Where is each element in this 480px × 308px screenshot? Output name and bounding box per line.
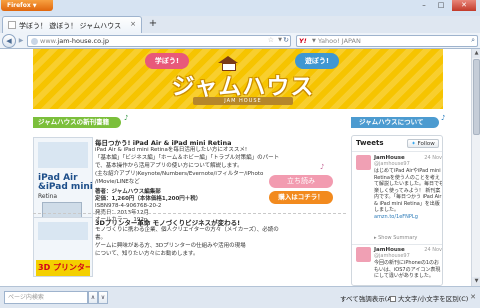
search-bar[interactable]: Y! ▼ Yahoo! JAPAN ⌕: [296, 35, 478, 47]
tweet-handle[interactable]: @jamhouse97: [374, 253, 410, 259]
article-body-line: (主な紹介アプリ)Keynote/Numbers/Evernote/iフィルター…: [95, 171, 264, 177]
section-about[interactable]: ジャムハウスについて: [351, 117, 439, 128]
tab-title: 学ぼう！ 遊ぼう！ ジャムハウス: [19, 22, 122, 30]
show-summary-link[interactable]: ▸ Show Summary: [374, 235, 417, 241]
match-case-checkbox[interactable]: [390, 296, 396, 302]
cover-title: 3D プリンター: [36, 260, 90, 276]
new-tab-button[interactable]: +: [146, 18, 160, 30]
music-note-icon: ♪: [441, 114, 446, 122]
scroll-down-arrow-icon[interactable]: ▼: [472, 277, 480, 286]
close-find-bar-icon[interactable]: ✕: [470, 293, 476, 301]
buy-button[interactable]: 購入はコチラ！: [269, 191, 333, 204]
article-divider: [33, 213, 346, 214]
reload-icon[interactable]: ↻: [283, 36, 289, 44]
site-logo-subtitle: JAM HOUSE: [193, 97, 293, 105]
find-next-button[interactable]: ∨: [98, 291, 108, 304]
url-bar[interactable]: www.jam-house.co.jp ☆ ▼ ↻: [27, 35, 291, 47]
section-new-books: ジャムハウスの新刊書籍: [33, 117, 121, 128]
cover-title-line-2: &iPad mini: [38, 182, 93, 192]
tweet-body: はじめてiPad AirやiPad mini Retinaを使う人のことを考えて…: [374, 168, 443, 220]
forward-button[interactable]: ▶: [16, 36, 26, 46]
search-icon[interactable]: ⌕: [471, 36, 475, 45]
article-title[interactable]: 毎日つかう! iPad Air & iPad mini Retina: [95, 137, 232, 147]
follow-button[interactable]: ✦ Follow: [407, 139, 439, 148]
match-case-label: 大文字/小文字を区別(C): [398, 295, 469, 303]
music-note-icon: ♪: [320, 163, 325, 171]
article-body-line: iPad Air & iPad mini Retinaを毎日活用したい方にオスス…: [95, 147, 248, 153]
tweet-body: 今回の新刊にiPhoneの1のおもいは、iOS7のアイコン表現にして違いがありま…: [374, 260, 441, 279]
minimize-button[interactable]: –: [416, 0, 432, 11]
avatar[interactable]: [356, 247, 371, 262]
cover-header: [38, 142, 88, 168]
follow-label: Follow: [417, 141, 435, 147]
search-placeholder: Yahoo! JAPAN: [318, 37, 361, 45]
site-banner[interactable]: 学ぼう! 遊ぼう! ジャムハウス JAM HOUSE: [33, 49, 443, 109]
tweet-item[interactable]: JamHouse @jamhouse97 24 Nov はじめてiPad Air…: [356, 155, 442, 241]
preview-button[interactable]: 立ち読み: [269, 175, 333, 188]
maximize-button[interactable]: □: [433, 0, 449, 11]
book-price: 定価：1,260円（本体価格1,200円＋税）: [95, 196, 202, 202]
site-logo-title: ジャムハウス: [171, 74, 315, 100]
avatar[interactable]: [356, 155, 371, 170]
tweet-handle[interactable]: @jamhouse97: [374, 161, 410, 167]
article-body-line: ゲームに興味がある方、3Dプリンターの仕組みや活用の現場: [95, 243, 246, 249]
url-history-dropdown-icon[interactable]: ▼: [278, 37, 282, 43]
close-tab-icon[interactable]: ×: [130, 20, 136, 28]
favicon-icon: [8, 21, 16, 29]
title-bar: Firefox ▼ – □ ✕: [0, 0, 480, 16]
tweet-date[interactable]: 24 Nov: [424, 155, 442, 161]
tweet-text: はじめてiPad AirやiPad mini Retinaを使う人のことを考えて…: [374, 168, 443, 213]
scroll-up-arrow-icon[interactable]: ▲: [472, 49, 480, 58]
back-button[interactable]: ◀: [2, 34, 16, 48]
highlight-all-label: すべて強調表示(A): [340, 295, 395, 303]
search-engine-icon[interactable]: Y!: [299, 37, 307, 45]
tweet-item[interactable]: JamHouse @jamhouse97 24 Nov 今回の新刊にiPhone…: [356, 247, 442, 285]
article-body-line: モノづくりに携わる企業、個人クリエイターの方々（メイカーズ）、必読の: [95, 227, 279, 233]
url-domain: jam-house.co.jp: [57, 37, 109, 45]
article-body-line: 「基本編」「ビジネス編」「ホーム＆ホビー編」「トラブル対策編」のパート: [95, 155, 280, 161]
page-viewport: 学ぼう! 遊ぼう! ジャムハウス JAM HOUSE ジャムハウスの新刊書籍 ♪…: [0, 49, 480, 286]
bookmark-star-icon[interactable]: ☆: [268, 36, 274, 44]
book-author: 著者：ジャムハウス編集部: [95, 189, 161, 195]
tweet-link[interactable]: amzn.to/1eFNPLg: [374, 214, 418, 220]
twitter-bird-icon: ✦: [411, 141, 416, 147]
widget-divider: [352, 151, 442, 152]
highlight-all-toggle[interactable]: すべて強調表示(A): [340, 293, 394, 303]
nav-bar: ◀ ▶ www.jam-house.co.jp ☆ ▼ ↻ Y! ▼ Yahoo…: [0, 33, 480, 49]
firefox-menu-label: Firefox: [7, 2, 31, 9]
cover-subtitle: Retina: [38, 193, 58, 200]
search-engine-dropdown-icon[interactable]: ▼: [312, 38, 316, 44]
book-article: 3D プリンター 3Dプリンター革命 モノづくりビジネスが変わる! モノづくりに…: [33, 217, 346, 286]
vertical-scrollbar[interactable]: ▲ ▼: [471, 49, 480, 286]
url-host: www.: [40, 37, 58, 45]
cover-header: [38, 222, 88, 240]
article-body-line: 書。: [95, 235, 107, 241]
cover-title: iPad Air &iPad mini: [38, 174, 93, 192]
match-case-toggle[interactable]: 大文字/小文字を区別(C): [390, 293, 468, 303]
url-text[interactable]: www.jam-house.co.jp: [40, 37, 109, 45]
tweet-date[interactable]: 24 Nov: [424, 247, 442, 253]
scroll-thumb[interactable]: [473, 59, 480, 135]
chevron-down-icon: ▼: [32, 3, 37, 9]
music-note-icon: ♪: [124, 114, 129, 122]
find-bar: ページ内検索 ∧ ∨ すべて強調表示(A) 大文字/小文字を区別(C) ✕: [0, 286, 480, 308]
show-summary-label: Show Summary: [378, 235, 418, 241]
site-identity-icon[interactable]: [31, 38, 38, 45]
widget-divider: [352, 244, 442, 245]
tweets-header: Tweets: [356, 139, 384, 147]
tab-active[interactable]: 学ぼう！ 遊ぼう！ ジャムハウス ×: [2, 16, 142, 33]
firefox-menu-button[interactable]: Firefox ▼: [1, 0, 53, 11]
twitter-widget: Tweets ✦ Follow JamHouse @jamhouse97 24 …: [351, 135, 443, 286]
book-cover-image[interactable]: 3D プリンター: [33, 217, 93, 277]
find-previous-button[interactable]: ∧: [88, 291, 98, 304]
article-title[interactable]: 3Dプリンター革命 モノづくりビジネスが変わる!: [95, 217, 240, 227]
article-body-line: で、基本操作から活用アプリの使い方について解説します。: [95, 163, 243, 169]
article-body-line: について、知りたい方々にお勧めします。: [95, 251, 199, 257]
article-body-line: /iMovie/LINEなど: [95, 179, 140, 185]
find-input[interactable]: ページ内検索: [4, 291, 88, 304]
book-isbn: ISBN978-4-906768-20-2: [95, 203, 162, 209]
close-window-button[interactable]: ✕: [452, 0, 476, 11]
